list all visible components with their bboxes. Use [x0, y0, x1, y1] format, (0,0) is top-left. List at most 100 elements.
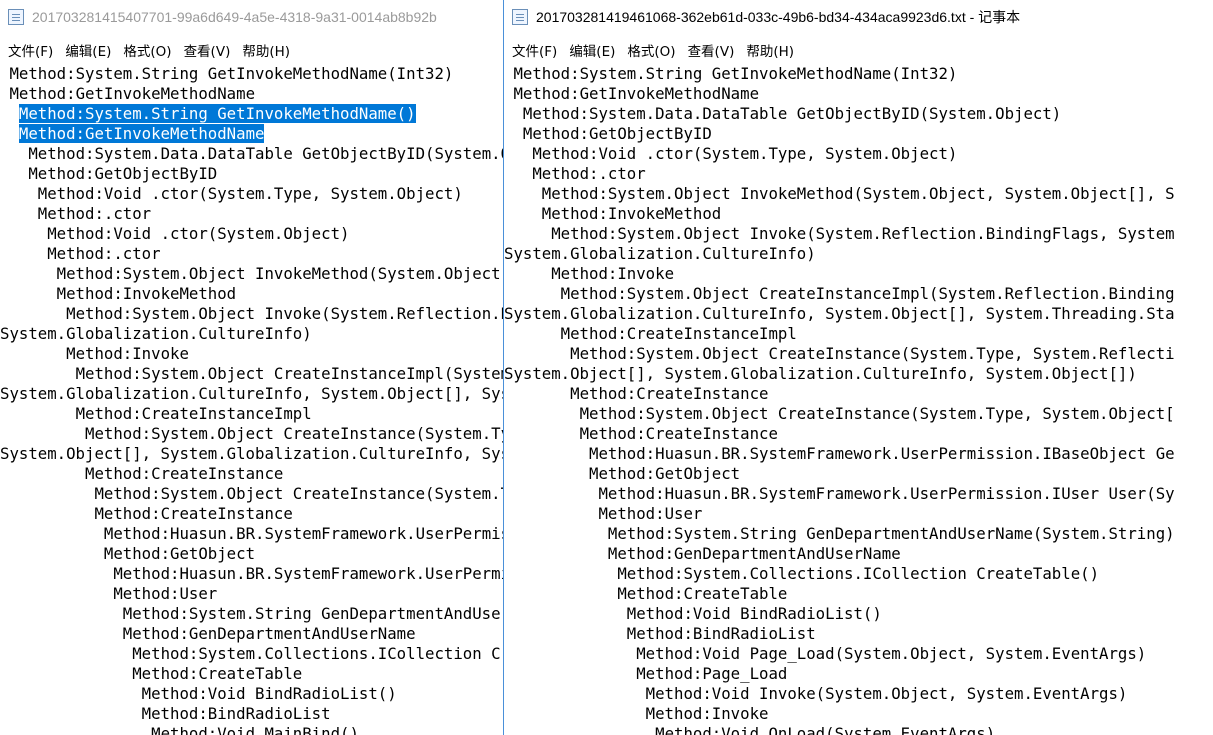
text-line[interactable]: Method:Void MainBind() — [0, 724, 503, 735]
text-line[interactable]: Method:Huasun.BR.SystemFramework.UserPer… — [504, 484, 1213, 504]
line-text: Method:System.Object Invoke(System.Refle… — [551, 224, 1175, 243]
line-text: Method:GetObjectByID — [522, 124, 712, 143]
text-line[interactable]: Method:Void BindRadioList() — [0, 684, 503, 704]
text-line[interactable]: Method:System.Data.DataTable GetObjectBy… — [504, 104, 1213, 124]
text-line[interactable]: Method:GenDepartmentAndUserName — [504, 544, 1213, 564]
text-line[interactable]: Method:Huasun.BR.SystemFramework.UserPer… — [504, 444, 1213, 464]
title-bar[interactable]: 201703281419461068-362eb61d-033c-49b6-bd… — [504, 0, 1213, 34]
text-line[interactable]: Method:System.String GetInvokeMethodName… — [504, 64, 1213, 84]
text-line[interactable]: Method:System.String GenDepartmentAndUse… — [504, 524, 1213, 544]
text-line[interactable]: Method:System.Object CreateInstance(Syst… — [504, 344, 1213, 364]
text-line[interactable]: Method:System.Object CreateInstance(Syst… — [504, 404, 1213, 424]
text-line[interactable]: Method:Void .ctor(System.Object) — [0, 224, 503, 244]
text-line[interactable]: Method:GetObject — [0, 544, 503, 564]
text-line[interactable]: Method:System.String GetInvokeMethodName… — [0, 104, 503, 124]
text-line[interactable]: Method:BindRadioList — [504, 624, 1213, 644]
text-line[interactable]: Method:.ctor — [0, 204, 503, 224]
text-line[interactable]: Method:CreateInstance — [0, 464, 503, 484]
text-line[interactable]: System.Object[], System.Globalization.Cu… — [0, 444, 503, 464]
menu-edit[interactable]: 编辑(E) — [63, 40, 117, 60]
text-line[interactable]: Method:CreateTable — [504, 584, 1213, 604]
text-line[interactable]: Method:GenDepartmentAndUserName — [0, 624, 503, 644]
line-text: Method:Invoke — [551, 264, 675, 283]
text-line[interactable]: System.Globalization.CultureInfo) — [0, 324, 503, 344]
text-line[interactable]: Method:System.Object CreateInstance(Syst… — [0, 424, 503, 444]
line-text: Method:System.Object CreateInstance(Syst… — [579, 404, 1175, 423]
line-text: Method:CreateInstance — [85, 464, 284, 483]
text-line[interactable]: System.Globalization.CultureInfo) — [504, 244, 1213, 264]
text-line[interactable]: Method:CreateTable — [0, 664, 503, 684]
text-line[interactable]: Method:Huasun.BR.SystemFramework.UserPer… — [0, 524, 503, 544]
text-line[interactable]: Method:Void .ctor(System.Type, System.Ob… — [504, 144, 1213, 164]
text-line[interactable]: Method:User — [0, 584, 503, 604]
text-editor[interactable]: Method:System.String GetInvokeMethodName… — [0, 64, 503, 735]
text-line[interactable]: Method:System.Object InvokeMethod(System… — [0, 264, 503, 284]
text-line[interactable]: Method:System.Object CreateInstanceImpl(… — [504, 284, 1213, 304]
text-line[interactable]: Method:Invoke — [504, 264, 1213, 284]
text-line[interactable]: Method:System.String GetInvokeMethodName… — [0, 64, 503, 84]
text-line[interactable]: Method:GetObjectByID — [504, 124, 1213, 144]
menu-help[interactable]: 帮助(H) — [744, 40, 800, 60]
text-line[interactable]: Method:System.Collections.ICollection Cr… — [504, 564, 1213, 584]
text-line[interactable]: Method:CreateInstanceImpl — [0, 404, 503, 424]
text-line[interactable]: Method:CreateInstance — [504, 424, 1213, 444]
notepad-window-right[interactable]: 201703281419461068-362eb61d-033c-49b6-bd… — [503, 0, 1213, 735]
line-text: Method:System.String GetInvokeMethodName… — [513, 64, 958, 83]
text-line[interactable]: Method:Void Page_Load(System.Object, Sys… — [504, 644, 1213, 664]
text-line[interactable]: Method:Page_Load — [504, 664, 1213, 684]
text-line[interactable]: Method:Void BindRadioList() — [504, 604, 1213, 624]
menu-view[interactable]: 查看(V) — [182, 40, 237, 60]
text-editor[interactable]: Method:System.String GetInvokeMethodName… — [504, 64, 1213, 735]
text-line[interactable]: Method:CreateInstance — [0, 504, 503, 524]
text-line[interactable]: Method:System.Object InvokeMethod(System… — [504, 184, 1213, 204]
text-line[interactable]: Method:User — [504, 504, 1213, 524]
text-line[interactable]: Method:Void Invoke(System.Object, System… — [504, 684, 1213, 704]
text-line[interactable]: Method:System.Collections.ICollection Cr… — [0, 644, 503, 664]
text-line[interactable]: Method:GetObject — [504, 464, 1213, 484]
menu-help[interactable]: 帮助(H) — [240, 40, 296, 60]
line-text: Method:Page_Load — [636, 664, 788, 683]
text-line[interactable]: System.Globalization.CultureInfo, System… — [504, 304, 1213, 324]
text-line[interactable]: Method:Huasun.BR.SystemFramework.UserPer… — [0, 564, 503, 584]
line-text: Method:InvokeMethod — [541, 204, 722, 223]
text-line[interactable]: Method:GetInvokeMethodName — [0, 124, 503, 144]
text-line[interactable]: Method:.ctor — [504, 164, 1213, 184]
menu-edit[interactable]: 编辑(E) — [567, 40, 621, 60]
text-line[interactable]: Method:System.Object CreateInstanceImpl(… — [0, 364, 503, 384]
text-line[interactable]: Method:InvokeMethod — [504, 204, 1213, 224]
text-line[interactable]: Method:GetInvokeMethodName — [504, 84, 1213, 104]
menu-format[interactable]: 格式(O) — [625, 40, 681, 60]
text-line[interactable]: Method:CreateInstance — [504, 384, 1213, 404]
text-line[interactable]: Method:CreateInstanceImpl — [504, 324, 1213, 344]
text-line[interactable]: Method:Void .ctor(System.Type, System.Ob… — [0, 184, 503, 204]
text-line[interactable]: Method:Void OnLoad(System.EventArgs) — [504, 724, 1213, 735]
line-text: Method:GetObject — [103, 544, 256, 563]
line-text: Method:Huasun.BR.SystemFramework.UserPer… — [103, 524, 503, 543]
line-text: Method:System.Data.DataTable GetObjectBy… — [28, 144, 503, 163]
text-line[interactable]: Method:InvokeMethod — [0, 284, 503, 304]
text-line[interactable]: Method:System.Object CreateInstance(Syst… — [0, 484, 503, 504]
text-line[interactable]: Method:System.Object Invoke(System.Refle… — [504, 224, 1213, 244]
menu-file[interactable]: 文件(F) — [6, 40, 59, 60]
text-line[interactable]: Method:System.Object Invoke(System.Refle… — [0, 304, 503, 324]
text-line[interactable]: Method:GetInvokeMethodName — [0, 84, 503, 104]
menu-view[interactable]: 查看(V) — [686, 40, 741, 60]
window-title: 201703281415407701-99a6d649-4a5e-4318-9a… — [32, 9, 437, 25]
text-line[interactable]: System.Object[], System.Globalization.Cu… — [504, 364, 1213, 384]
notepad-window-left[interactable]: 201703281415407701-99a6d649-4a5e-4318-9a… — [0, 0, 503, 735]
menu-file[interactable]: 文件(F) — [510, 40, 563, 60]
text-line[interactable]: Method:BindRadioList — [0, 704, 503, 724]
text-line[interactable]: Method:System.String GenDepartmentAndUse… — [0, 604, 503, 624]
title-bar[interactable]: 201703281415407701-99a6d649-4a5e-4318-9a… — [0, 0, 503, 34]
text-line[interactable]: Method:Invoke — [0, 344, 503, 364]
line-text: Method:Void OnLoad(System.EventArgs) — [655, 724, 996, 735]
menu-format[interactable]: 格式(O) — [121, 40, 177, 60]
text-line[interactable]: Method:Invoke — [504, 704, 1213, 724]
text-line[interactable]: Method:.ctor — [0, 244, 503, 264]
text-line[interactable]: Method:System.Data.DataTable GetObjectBy… — [0, 144, 503, 164]
text-line[interactable]: System.Globalization.CultureInfo, System… — [0, 384, 503, 404]
text-line[interactable]: Method:GetObjectByID — [0, 164, 503, 184]
